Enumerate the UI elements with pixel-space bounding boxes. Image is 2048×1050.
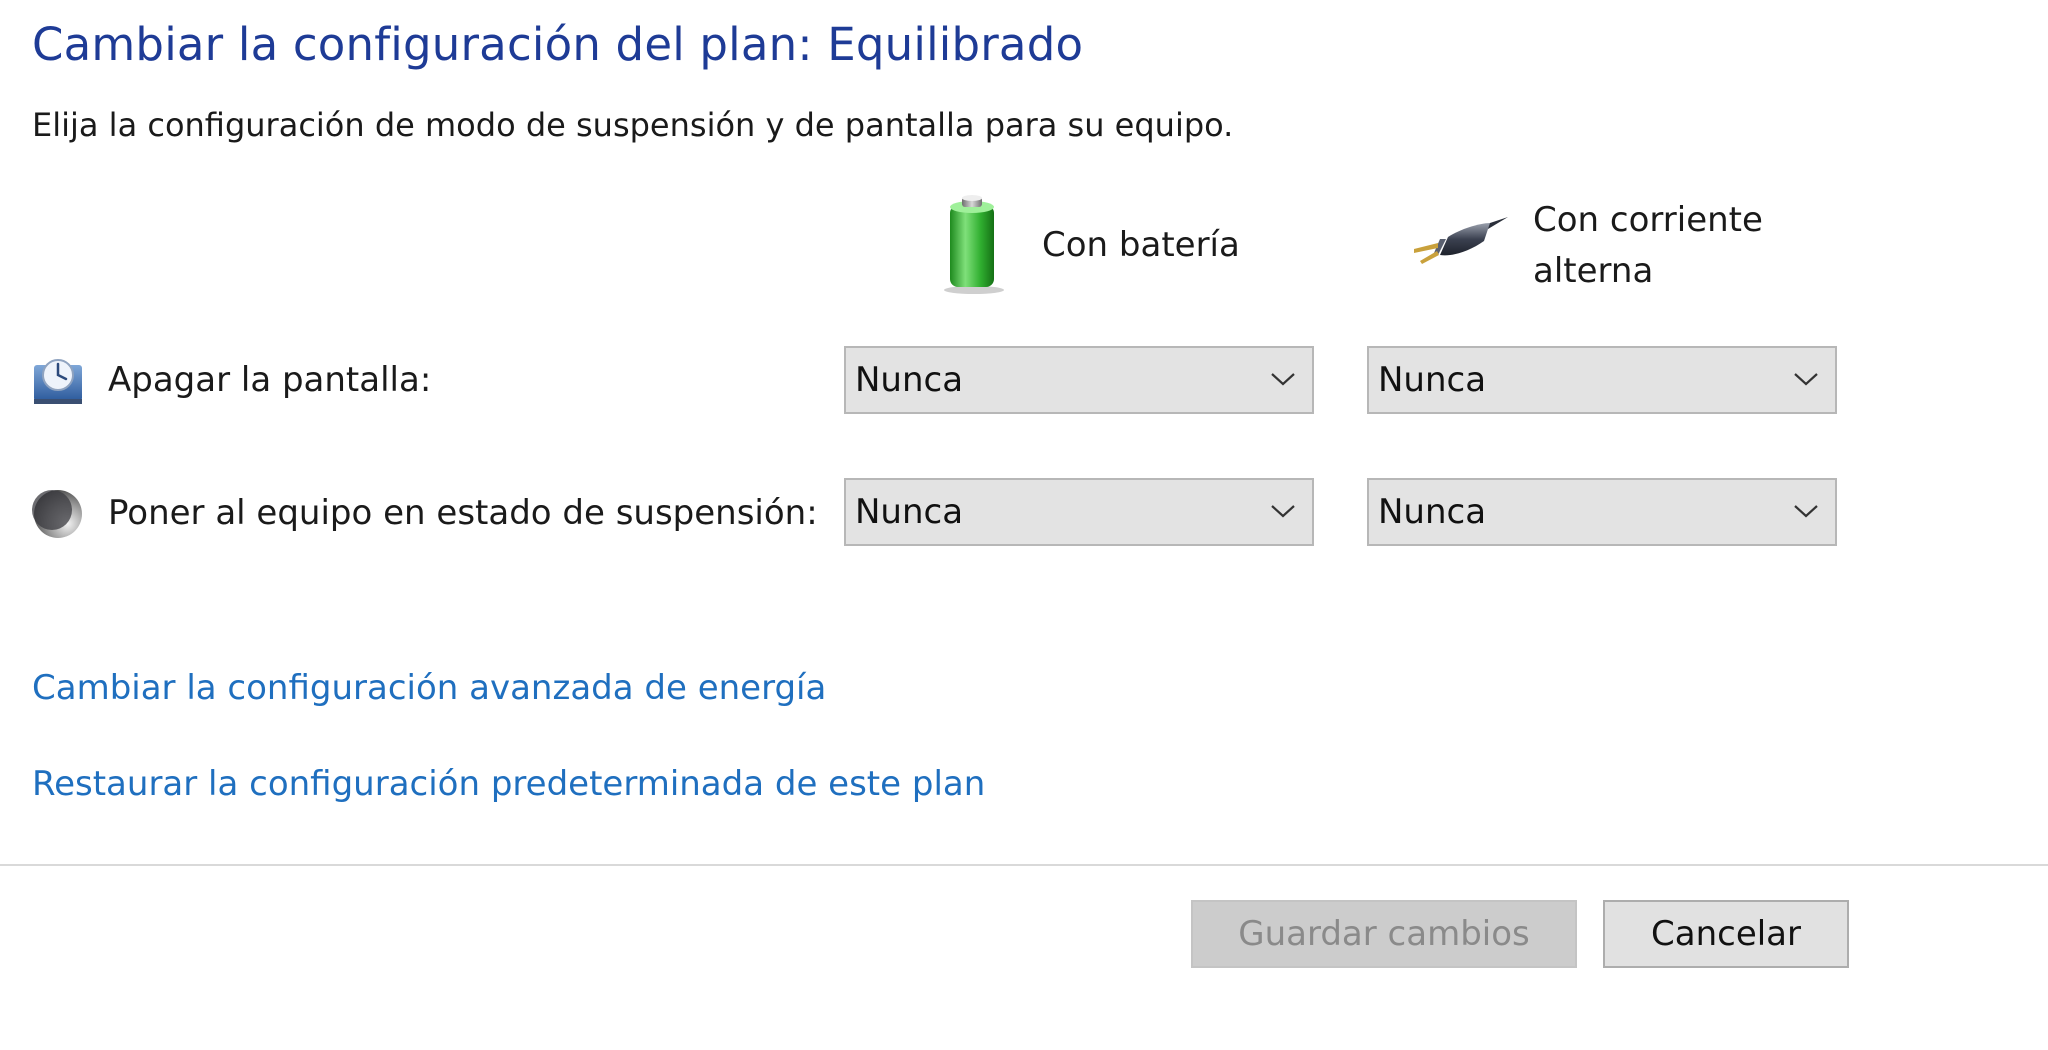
setting-label-display: Apagar la pantalla:: [108, 360, 432, 400]
column-label-ac-line1: Con corriente: [1533, 200, 1763, 240]
save-changes-button[interactable]: Guardar cambios: [1191, 900, 1577, 968]
battery-icon: [940, 195, 1004, 299]
sleep-battery-select[interactable]: Nunca: [844, 478, 1314, 546]
monitor-clock-icon: [32, 355, 84, 409]
select-value: Nunca: [1378, 360, 1487, 400]
select-value: Nunca: [1378, 492, 1487, 532]
power-plug-icon: [1410, 215, 1510, 289]
moon-icon: [32, 488, 84, 544]
divider: [0, 864, 2048, 866]
display-off-ac-select[interactable]: Nunca: [1367, 346, 1837, 414]
chevron-down-icon: [1791, 500, 1821, 522]
select-value: Nunca: [855, 360, 964, 400]
page-subtitle: Elija la configuración de modo de suspen…: [32, 106, 1234, 144]
column-header-battery: Con batería: [940, 195, 1270, 295]
select-value: Nunca: [855, 492, 964, 532]
sleep-ac-select[interactable]: Nunca: [1367, 478, 1837, 546]
chevron-down-icon: [1791, 368, 1821, 390]
chevron-down-icon: [1268, 500, 1298, 522]
restore-defaults-link[interactable]: Restaurar la configuración predeterminad…: [32, 764, 985, 804]
column-label-battery: Con batería: [1042, 225, 1240, 265]
chevron-down-icon: [1268, 368, 1298, 390]
page-title: Cambiar la configuración del plan: Equil…: [32, 18, 1084, 71]
power-plan-settings-page: Cambiar la configuración del plan: Equil…: [0, 0, 2048, 1050]
display-off-battery-select[interactable]: Nunca: [844, 346, 1314, 414]
cancel-button[interactable]: Cancelar: [1603, 900, 1849, 968]
setting-label-sleep: Poner al equipo en estado de suspensión:: [108, 493, 818, 533]
advanced-power-settings-link[interactable]: Cambiar la configuración avanzada de ene…: [32, 668, 826, 708]
column-label-ac-line2: alterna: [1533, 251, 1654, 291]
column-header-ac: Con corriente alterna: [1410, 195, 1770, 305]
